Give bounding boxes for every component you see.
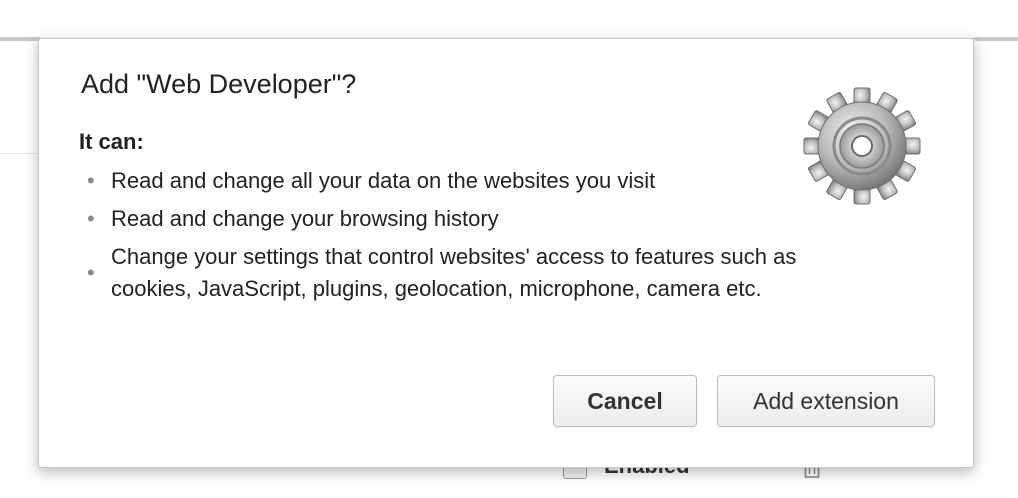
permission-text: Change your settings that control websit…: [111, 244, 797, 301]
browser-toolbar-edge-right: [975, 37, 1018, 41]
background-divider: [0, 153, 40, 154]
add-extension-dialog: Add "Web Developer"? It can: • Read and …: [38, 38, 974, 468]
permission-text: Read and change all your data on the web…: [111, 168, 656, 193]
browser-toolbar-edge-left: [0, 37, 40, 41]
bullet-icon: •: [87, 168, 95, 193]
permission-item: • Change your settings that control webs…: [79, 241, 799, 305]
cancel-button[interactable]: Cancel: [553, 375, 697, 427]
add-extension-button[interactable]: Add extension: [717, 375, 935, 427]
permissions-heading: It can:: [79, 129, 144, 154]
bullet-icon: •: [87, 260, 95, 285]
bullet-icon: •: [87, 206, 95, 231]
gear-icon: [803, 87, 921, 205]
permission-text: Read and change your browsing history: [111, 206, 499, 231]
permissions-list: • Read and change all your data on the w…: [79, 165, 799, 311]
dialog-title: Add "Web Developer"?: [81, 69, 357, 99]
permission-item: • Read and change all your data on the w…: [79, 165, 799, 197]
permission-item: • Read and change your browsing history: [79, 203, 799, 235]
